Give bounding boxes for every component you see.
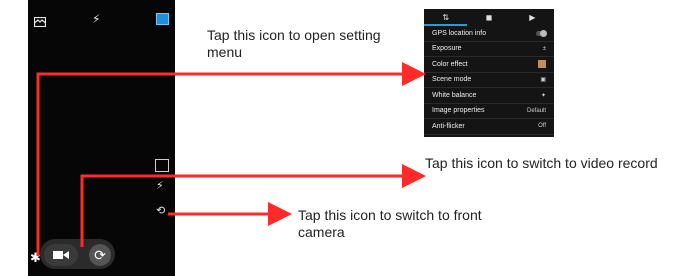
annotation-arrows xyxy=(36,62,426,256)
arrow-video xyxy=(80,164,426,247)
arrow-settings xyxy=(36,62,426,256)
